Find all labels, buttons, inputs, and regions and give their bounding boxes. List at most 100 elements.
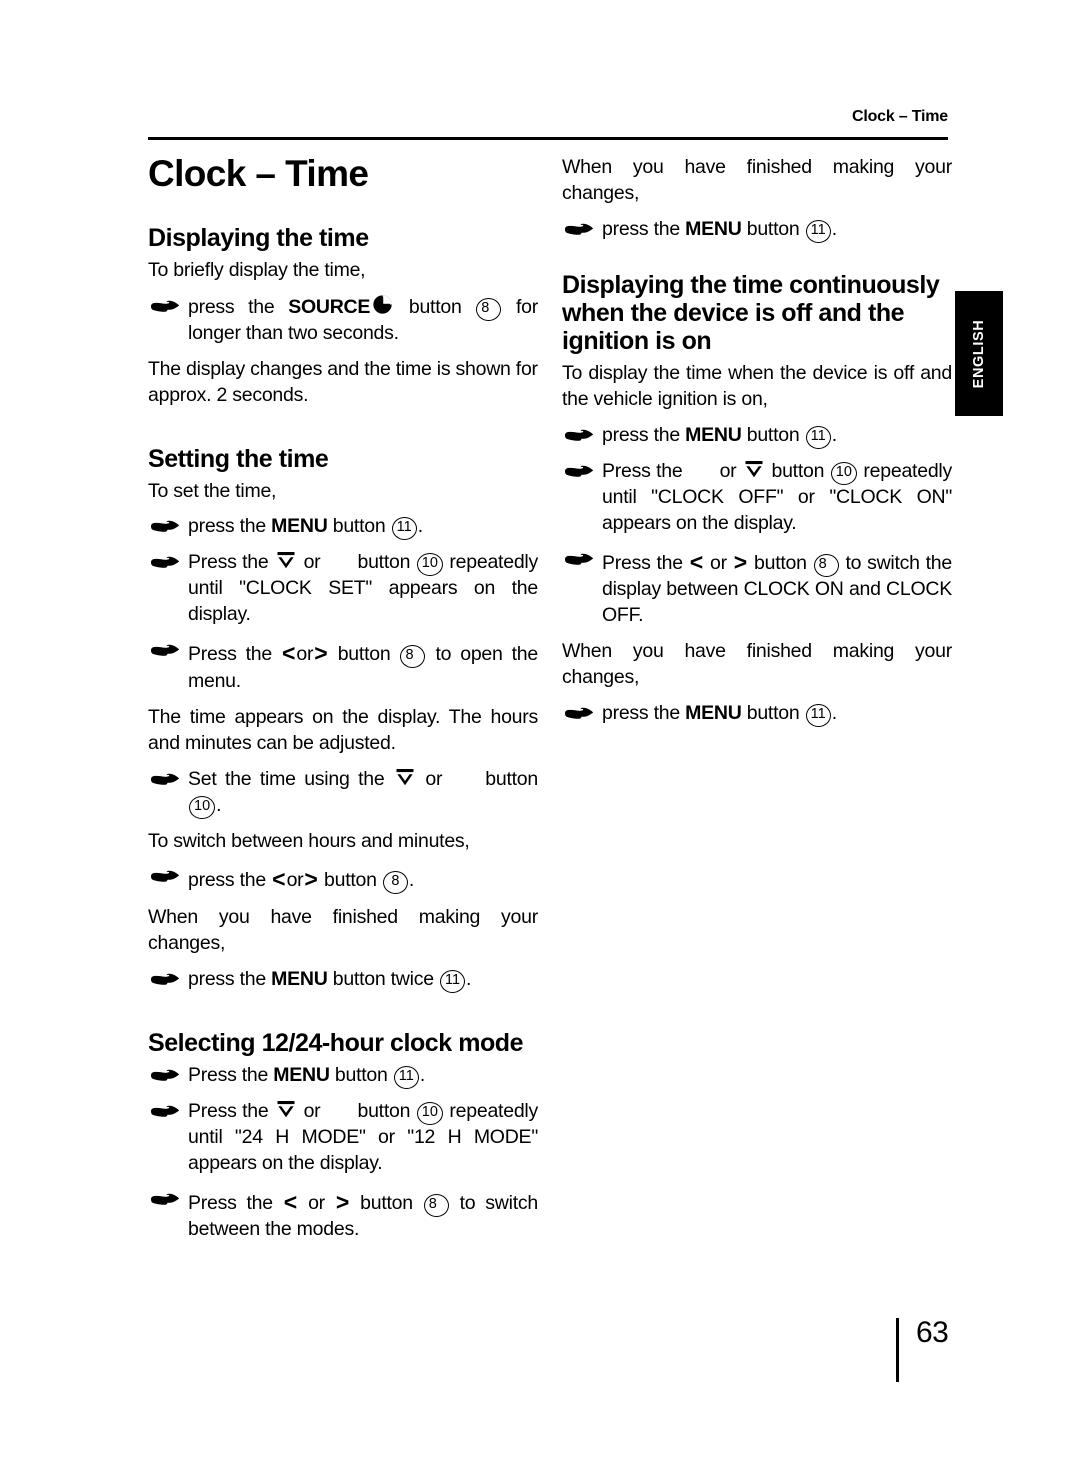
- up-arrow-with-bar-icon: [395, 767, 415, 787]
- reference-number: 8: [423, 1193, 449, 1217]
- step-mid-text: button: [741, 217, 805, 240]
- instruction-step: press the MENU button 11.: [562, 217, 952, 243]
- step-mid-text: button twice: [327, 967, 439, 990]
- step-mid-text: button: [351, 1099, 416, 1122]
- instruction-step: Press the or button 10 repeatedly until …: [562, 459, 952, 537]
- language-tab-label: ENGLISH: [971, 319, 987, 388]
- running-header: Clock – Time: [851, 108, 948, 125]
- right-chevron-icon: >: [733, 548, 748, 575]
- reference-number: 11: [393, 1065, 419, 1089]
- page-number: 63: [916, 1316, 949, 1349]
- step-mid2-text: or: [298, 1099, 326, 1122]
- up-arrow-with-bar-icon: [744, 459, 764, 479]
- body-paragraph: The display changes and the time is show…: [148, 357, 538, 406]
- step-lead-text: press the: [188, 295, 289, 318]
- step-mid-text: button: [748, 551, 813, 574]
- step-lead-text: press the: [602, 217, 686, 240]
- step-tail-text: .: [216, 793, 222, 816]
- pointing-hand-icon: [150, 298, 180, 318]
- reference-number: 10: [416, 553, 443, 577]
- body-paragraph: When you have finished making your chang…: [148, 906, 538, 954]
- body-paragraph: To set the time,: [148, 479, 277, 502]
- pointing-hand-icon: [150, 642, 180, 662]
- step-tail-text: .: [417, 515, 423, 538]
- instruction-step: press the SOURCE button 8 for longer tha…: [148, 294, 538, 347]
- step-tail-text: .: [831, 701, 837, 724]
- clock-icon: [372, 294, 393, 315]
- step-lead-text: Press the: [188, 1099, 275, 1122]
- body-paragraph: To briefly display the time,: [148, 258, 366, 281]
- folio-rule: [896, 1318, 899, 1382]
- step-lead-text: Press the: [602, 551, 689, 574]
- or-text: or: [704, 551, 733, 574]
- instruction-step: Press the MENU button 11.: [148, 1063, 538, 1089]
- step-mid-text: button: [395, 295, 476, 318]
- pointing-hand-icon: [150, 771, 180, 791]
- instruction-step: press the MENU button twice 11.: [148, 967, 538, 993]
- step-lead-text: Press the: [188, 643, 281, 666]
- left-chevron-icon: <: [689, 548, 704, 575]
- step-lead-text: Press the: [602, 459, 689, 482]
- pointing-hand-icon: [150, 518, 180, 538]
- step-lead-text: press the: [602, 423, 686, 446]
- step-tail-text: .: [831, 423, 837, 446]
- step-lead-text: press the: [188, 869, 272, 892]
- reference-number: 10: [189, 795, 216, 819]
- instruction-step: Press the < or > button 8 to switch betw…: [148, 1187, 538, 1244]
- section-heading-displaying-the-time: Displaying the time: [148, 223, 369, 252]
- step-mid2-text: or: [416, 767, 451, 790]
- instruction-step: press the MENU button 11.: [148, 514, 538, 541]
- body-paragraph: To display the time when the device is o…: [562, 361, 952, 410]
- step-mid2-text: or: [714, 459, 742, 482]
- pointing-hand-icon: [564, 463, 594, 483]
- reference-number: 10: [416, 1101, 443, 1125]
- up-arrow-with-bar-icon: [276, 1099, 296, 1119]
- step-mid-text: button: [318, 869, 382, 892]
- manual-page: Clock – Time Clock – Time Displaying the…: [0, 0, 1080, 1460]
- step-mid-text: button: [327, 515, 391, 538]
- left-column: Clock – Time Displaying the time To brie…: [148, 154, 538, 1253]
- pointing-hand-icon: [150, 971, 180, 991]
- step-lead-text: Set the time using the: [188, 767, 393, 790]
- or-text: or: [286, 869, 304, 892]
- step-tail-text: .: [831, 217, 837, 240]
- instruction-step: Set the time using the or button 10.: [148, 767, 538, 819]
- reference-number: 10: [830, 461, 857, 485]
- instruction-step: Press the or button 10 repeatedly until …: [148, 550, 538, 628]
- right-chevron-icon: >: [304, 866, 318, 893]
- right-chevron-icon: >: [314, 640, 328, 667]
- step-mid-text: button: [741, 423, 805, 446]
- section-heading-displaying-time-continuously: Displaying the time continuously when th…: [562, 270, 940, 355]
- reference-number: 11: [805, 425, 831, 449]
- pointing-hand-icon: [150, 1103, 180, 1123]
- reference-number: 8: [400, 645, 426, 669]
- pointing-hand-icon: [564, 705, 594, 725]
- left-chevron-icon: <: [283, 1188, 298, 1215]
- reference-number: 8: [382, 871, 408, 895]
- step-mid-text: button: [350, 1191, 423, 1214]
- reference-number: 8: [476, 297, 502, 321]
- step-mid-text: button: [329, 1063, 393, 1086]
- left-chevron-icon: <: [281, 640, 296, 667]
- reference-number: 11: [391, 517, 417, 541]
- step-mid-text: button: [741, 701, 805, 724]
- header-rule: [148, 137, 948, 140]
- body-paragraph: The time appears on the display. The hou…: [148, 705, 538, 754]
- pointing-hand-icon: [150, 868, 180, 888]
- button-name-menu: MENU: [271, 967, 328, 990]
- body-paragraph: When you have finished making your chang…: [562, 639, 952, 688]
- step-mid-text: button: [351, 551, 416, 574]
- step-mid-text: button: [476, 767, 538, 790]
- button-name-menu: MENU: [273, 1063, 330, 1086]
- button-name-menu: MENU: [685, 701, 742, 724]
- step-lead-text: Press the: [188, 551, 275, 574]
- button-name-menu: MENU: [685, 423, 742, 446]
- instruction-step: press the MENU button 11.: [562, 701, 952, 727]
- instruction-step: press the <or> button 8.: [148, 864, 538, 895]
- pointing-hand-icon: [564, 551, 594, 571]
- section-heading-selecting-clock-mode: Selecting 12/24-hour clock mode: [148, 1028, 524, 1057]
- right-column: When you have finished making your chang…: [562, 155, 952, 737]
- step-mid2-text: or: [298, 551, 326, 574]
- body-paragraph: To switch between hours and minutes,: [148, 829, 470, 852]
